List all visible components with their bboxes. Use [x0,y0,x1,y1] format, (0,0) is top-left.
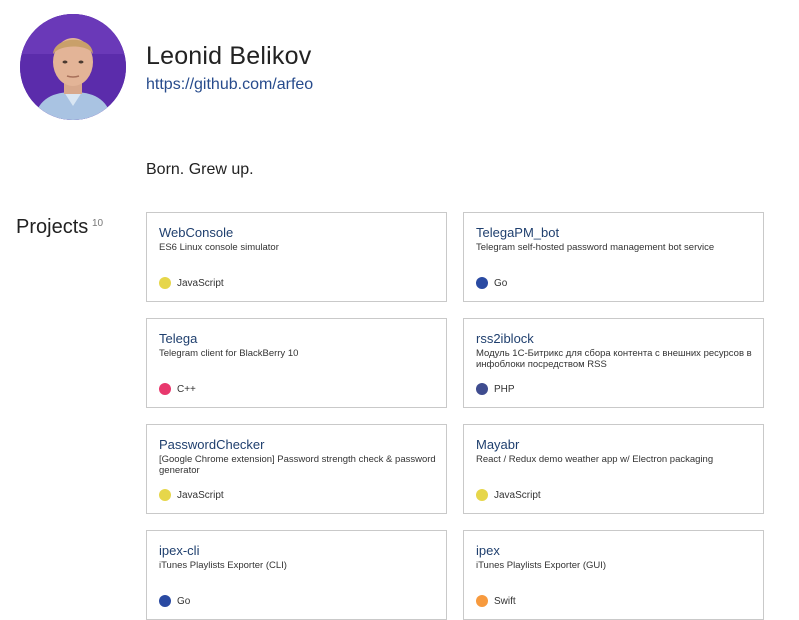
project-description: [Google Chrome extension] Password stren… [159,454,436,476]
language-dot-icon [476,277,488,289]
project-card[interactable]: ipex-cli iTunes Playlists Exporter (CLI)… [146,530,447,620]
project-language: Go [159,595,190,607]
language-dot-icon [159,277,171,289]
project-title[interactable]: ipex [476,543,500,558]
language-label: Go [494,277,508,289]
project-title[interactable]: TelegaPM_bot [476,225,559,240]
project-description: React / Redux demo weather app w/ Electr… [476,454,714,465]
project-description: Telegram client for BlackBerry 10 [159,348,299,359]
project-card[interactable]: WebConsole ES6 Linux console simulator J… [146,212,447,302]
project-title[interactable]: Telega [159,331,197,346]
language-dot-icon [159,489,171,501]
project-language: Swift [476,595,516,607]
project-language: JavaScript [476,489,541,501]
language-dot-icon [476,489,488,501]
projects-count: 10 [92,218,104,229]
profile-bio: Born. Grew up. [146,161,254,178]
project-card[interactable]: TelegaPM_bot Telegram self-hosted passwo… [463,212,764,302]
language-label: PHP [494,383,515,395]
project-description: Модуль 1С-Битрикс для сбора контента с в… [476,348,752,370]
project-language: JavaScript [159,277,224,289]
language-dot-icon [476,383,488,395]
project-card[interactable]: PasswordChecker [Google Chrome extension… [146,424,447,514]
language-dot-icon [476,595,488,607]
project-card[interactable]: ipex iTunes Playlists Exporter (GUI) Swi… [463,530,764,620]
github-link[interactable]: https://github.com/arfeo [146,76,313,94]
project-card[interactable]: Telega Telegram client for BlackBerry 10… [146,318,447,408]
project-title[interactable]: rss2iblock [476,331,534,346]
project-card[interactable]: rss2iblock Модуль 1С-Битрикс для сбора к… [463,318,764,408]
avatar [20,14,126,120]
language-label: JavaScript [494,489,541,501]
project-language: PHP [476,383,515,395]
project-language: JavaScript [159,489,224,501]
avatar-photo [20,14,126,120]
project-description: iTunes Playlists Exporter (GUI) [476,560,607,571]
project-title[interactable]: PasswordChecker [159,437,265,452]
language-label: C++ [177,383,196,395]
language-label: JavaScript [177,277,224,289]
project-title[interactable]: WebConsole [159,225,233,240]
project-description: Telegram self-hosted password management… [476,242,715,253]
project-language: C++ [159,383,196,395]
projects-heading: Projects [16,216,89,238]
project-title[interactable]: ipex-cli [159,543,199,558]
project-language: Go [476,277,507,289]
profile-name: Leonid Belikov [146,42,312,70]
language-dot-icon [159,595,171,607]
language-dot-icon [159,383,171,395]
projects-grid: WebConsole ES6 Linux console simulator J… [146,212,764,620]
project-description: iTunes Playlists Exporter (CLI) [159,560,287,571]
language-label: JavaScript [177,489,224,501]
project-card[interactable]: Mayabr React / Redux demo weather app w/… [463,424,764,514]
project-title[interactable]: Mayabr [476,437,519,452]
project-description: ES6 Linux console simulator [159,242,279,253]
